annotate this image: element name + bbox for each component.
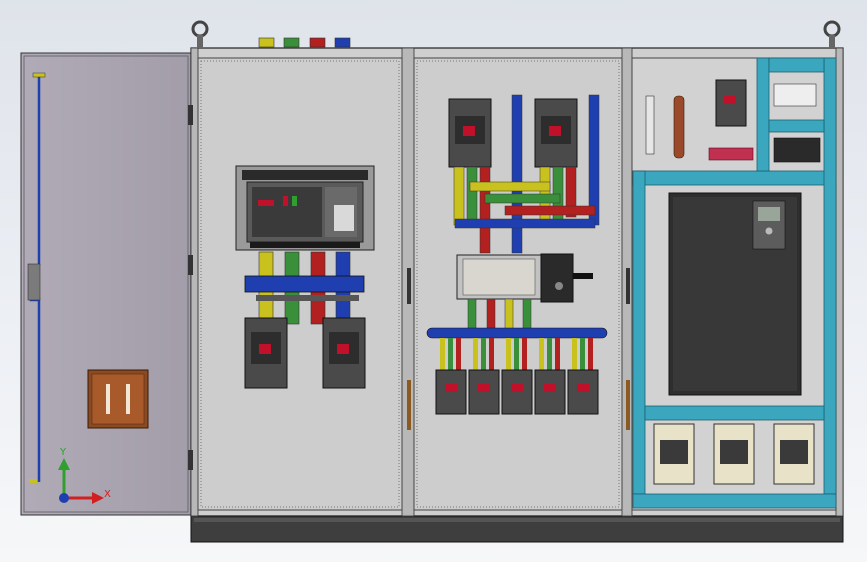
mccb-outgoing-row [435,338,599,415]
axis-x-label: X [104,489,111,500]
lifting-eye-icon [823,20,841,48]
lifting-eye-icon [191,20,209,48]
control-mccb [715,79,747,127]
air-circuit-breaker [235,165,375,251]
cabinet-door [20,52,192,516]
document-pocket [87,369,149,429]
contactors [653,423,815,485]
axis-y-label: Y [59,447,67,458]
main-switch-disconnector [456,253,593,303]
cabinet-cad-drawing: Y X [20,20,844,543]
phase-markers [258,37,351,48]
vfd-inverter [668,192,802,396]
